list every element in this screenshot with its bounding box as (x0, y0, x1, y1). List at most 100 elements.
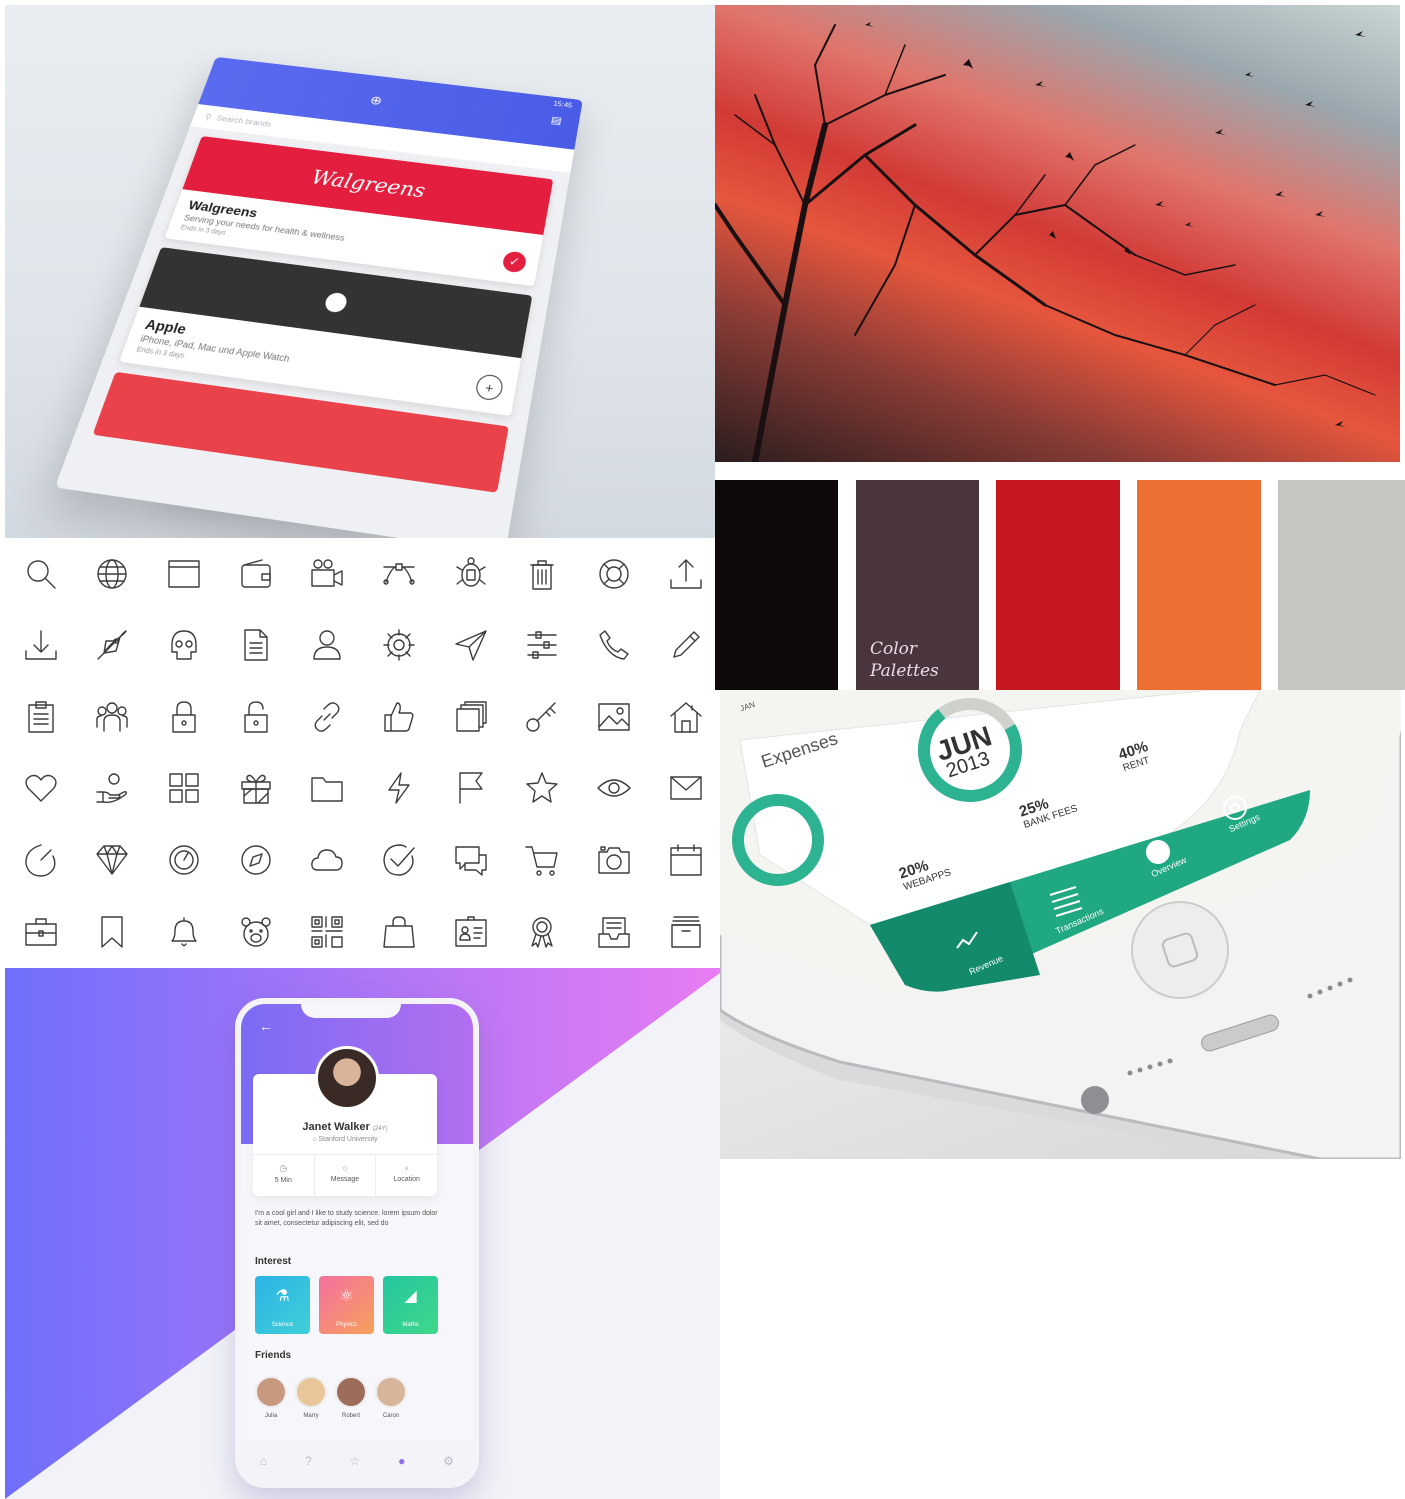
palette-label: Color Palettes (870, 638, 939, 682)
key-icon (514, 689, 570, 745)
lock-icon (156, 689, 212, 745)
clock-icon: ◷ (279, 1163, 288, 1173)
profile-name-text: Janet Walker (302, 1121, 370, 1133)
friend-item[interactable]: Caron (375, 1376, 407, 1419)
sunset-photo (715, 5, 1400, 462)
time-button[interactable]: ◷ 5 Min (253, 1155, 315, 1197)
friend-avatar (375, 1376, 407, 1408)
month-tab[interactable]: JAN (739, 700, 756, 713)
swatch-plum: Color Palettes (856, 480, 979, 690)
tab-settings[interactable]: Settings (1227, 812, 1261, 834)
stat-rent: 40% RENT (1116, 738, 1153, 774)
profile-card: Janet Walker (24Y) ⌂ Stanford University… (253, 1046, 437, 1197)
friend-avatar (335, 1376, 367, 1408)
download-icon (13, 617, 69, 673)
friend-avatar (255, 1376, 287, 1408)
avatar[interactable] (315, 1046, 379, 1110)
archive-icon (658, 904, 714, 960)
flag-icon (443, 760, 499, 816)
lifebuoy-icon (586, 546, 642, 602)
group-icon (84, 689, 140, 745)
interest-label: Maths (402, 1322, 419, 1328)
gift-icon (228, 760, 284, 816)
hand-coin-icon (84, 760, 140, 816)
location-button[interactable]: ♁ Location (376, 1155, 437, 1197)
stat-webapps: 20% WEBAPPS (897, 851, 953, 893)
interest-heading: Interest (255, 1256, 292, 1267)
tab-transactions[interactable]: Transactions (1054, 906, 1105, 936)
wallet-icon[interactable]: ▤ (550, 114, 563, 126)
star-icon[interactable]: ☆ (350, 1454, 361, 1468)
friend-item[interactable]: Marry (295, 1376, 327, 1419)
palette-label-line2: Palettes (870, 661, 939, 681)
swatch-gray (1278, 480, 1405, 690)
bottom-nav: ⌂ ? ☆ ● ⚙ (241, 1440, 473, 1482)
friend-item[interactable]: Robert (335, 1376, 367, 1419)
interest-label: Physics (336, 1322, 357, 1328)
turtle-icon (443, 546, 499, 602)
back-arrow-icon[interactable]: ← (259, 1018, 273, 1034)
gauge-icon (13, 832, 69, 888)
eye-icon (586, 760, 642, 816)
diamond-icon (84, 832, 140, 888)
check-circle-icon (371, 832, 427, 888)
lightning-icon (371, 760, 427, 816)
swatch-red (996, 480, 1120, 690)
friend-name: Robert (341, 1413, 360, 1419)
chat-icon: ○ (342, 1163, 348, 1173)
profile-phone: ← Janet Walker (24Y) ⌂ Stanford Universi… (235, 998, 479, 1488)
id-card-icon (443, 904, 499, 960)
profile-university: ⌂ Stanford University (253, 1136, 437, 1143)
tree-silhouette (715, 22, 1376, 462)
line-icon-grid (5, 538, 715, 968)
profile-age: (24Y) (372, 1126, 388, 1132)
grid-icon (156, 760, 212, 816)
friend-item[interactable]: Julia (255, 1376, 287, 1419)
shopping-bag-icon (371, 904, 427, 960)
upload-icon (658, 546, 714, 602)
interest-maths[interactable]: ◢ Maths (383, 1276, 438, 1334)
swatch-black (715, 480, 838, 690)
bear-icon (228, 904, 284, 960)
home-icon[interactable]: ⌂ (260, 1454, 267, 1468)
pencil-icon (658, 617, 714, 673)
user-icon (299, 617, 355, 673)
expenses-title: Expenses (758, 728, 841, 772)
expenses-text-layer: JAN Expenses JUN 2013 40% RENT 25% BANK … (720, 690, 1401, 1159)
vector-path-icon (371, 546, 427, 602)
house-icon (658, 689, 714, 745)
tab-overview[interactable]: Overview (1150, 855, 1188, 879)
profile-bio: I'm a cool girl and I like to study scie… (255, 1210, 438, 1227)
interest-science[interactable]: ⚗ Science (255, 1276, 310, 1334)
heart-icon (13, 760, 69, 816)
settings-icon[interactable]: ⚙ (443, 1454, 454, 1468)
profile-actions: ◷ 5 Min ○ Message ♁ Location (253, 1154, 437, 1197)
university-text: Stanford University (318, 1136, 378, 1143)
friends-heading: Friends (255, 1350, 292, 1361)
qr-code-icon (299, 904, 355, 960)
help-icon[interactable]: ? (305, 1454, 312, 1468)
stack-icon (443, 689, 499, 745)
palette-label-line1: Color (870, 639, 918, 659)
tab-revenue[interactable]: Revenue (968, 953, 1005, 977)
friend-name: Marry (303, 1413, 319, 1419)
notch (301, 1004, 401, 1018)
add-circle-icon[interactable]: ⊕ (368, 93, 384, 108)
atom-icon: ⚛ (339, 1288, 354, 1305)
wallet-icon (228, 546, 284, 602)
profile-icon[interactable]: ● (398, 1454, 405, 1468)
interest-physics[interactable]: ⚛ Physics (319, 1276, 374, 1334)
search-icon (13, 546, 69, 602)
unlock-icon (228, 689, 284, 745)
swatch-orange (1137, 480, 1261, 690)
image-icon (586, 689, 642, 745)
message-button[interactable]: ○ Message (315, 1155, 377, 1197)
search-placeholder: Search brands (215, 113, 273, 129)
brands-phone-screen: 15:45 ⊕ ▤ ⚲ Search brands Walgreens Walg… (54, 56, 583, 538)
trash-icon (514, 546, 570, 602)
document-icon (228, 617, 284, 673)
friend-name: Caron (382, 1413, 400, 1419)
calendar-icon (658, 832, 714, 888)
link-icon (299, 689, 355, 745)
video-camera-icon (299, 546, 355, 602)
